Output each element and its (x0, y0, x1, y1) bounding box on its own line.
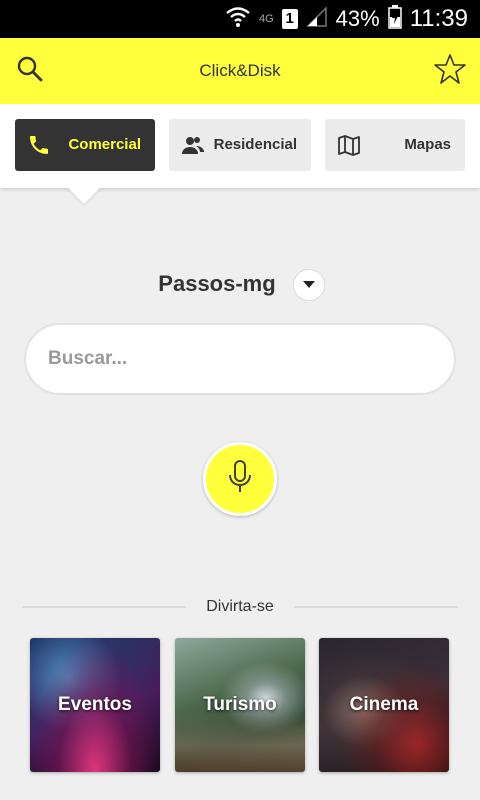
city-selector: Passos-mg (0, 266, 480, 302)
divider-line (22, 606, 186, 608)
signal-icon (305, 5, 328, 33)
card-turismo[interactable]: Turismo (175, 638, 305, 772)
tab-residencial[interactable]: Residencial (169, 119, 311, 171)
tab-label: Comercial (68, 136, 141, 153)
favorite-button[interactable] (430, 51, 470, 91)
category-tabs: Comercial Residencial Mapas (0, 104, 480, 188)
card-label: Eventos (58, 694, 132, 715)
divider-line (294, 606, 458, 608)
card-eventos[interactable]: Eventos (30, 638, 160, 772)
network-type: 4G (258, 12, 274, 25)
city-dropdown-button[interactable] (293, 269, 325, 301)
section-divider: Divirta-se (22, 594, 458, 620)
app-title: Click&Disk (199, 61, 281, 80)
chevron-down-icon (302, 276, 316, 294)
city-name[interactable]: Passos-mg (150, 266, 284, 302)
microphone-icon (227, 459, 253, 500)
app-bar: Click&Disk (0, 38, 480, 104)
tab-comercial[interactable]: Comercial (15, 119, 155, 171)
card-label: Cinema (349, 694, 419, 715)
wifi-icon (225, 5, 251, 34)
clock: 11:39 (409, 5, 468, 32)
tab-mapas[interactable]: Mapas (325, 119, 465, 171)
tab-label: Residencial (213, 136, 297, 153)
card-cinema[interactable]: Cinema (319, 638, 449, 772)
battery-percent: 43% (335, 6, 380, 31)
people-icon (181, 133, 205, 157)
star-icon (434, 53, 466, 90)
active-tab-pointer (66, 186, 102, 204)
map-icon (337, 133, 361, 157)
battery-icon (387, 4, 402, 34)
card-label: Turismo (203, 694, 277, 715)
phone-icon (27, 133, 51, 157)
sim-slot-indicator: 1 (281, 9, 298, 29)
status-bar: 4G 1 43% 11:39 (0, 0, 480, 38)
section-title: Divirta-se (206, 598, 274, 615)
search-input[interactable] (24, 323, 456, 395)
tab-label: Mapas (404, 136, 451, 153)
voice-search-button[interactable] (203, 442, 277, 516)
